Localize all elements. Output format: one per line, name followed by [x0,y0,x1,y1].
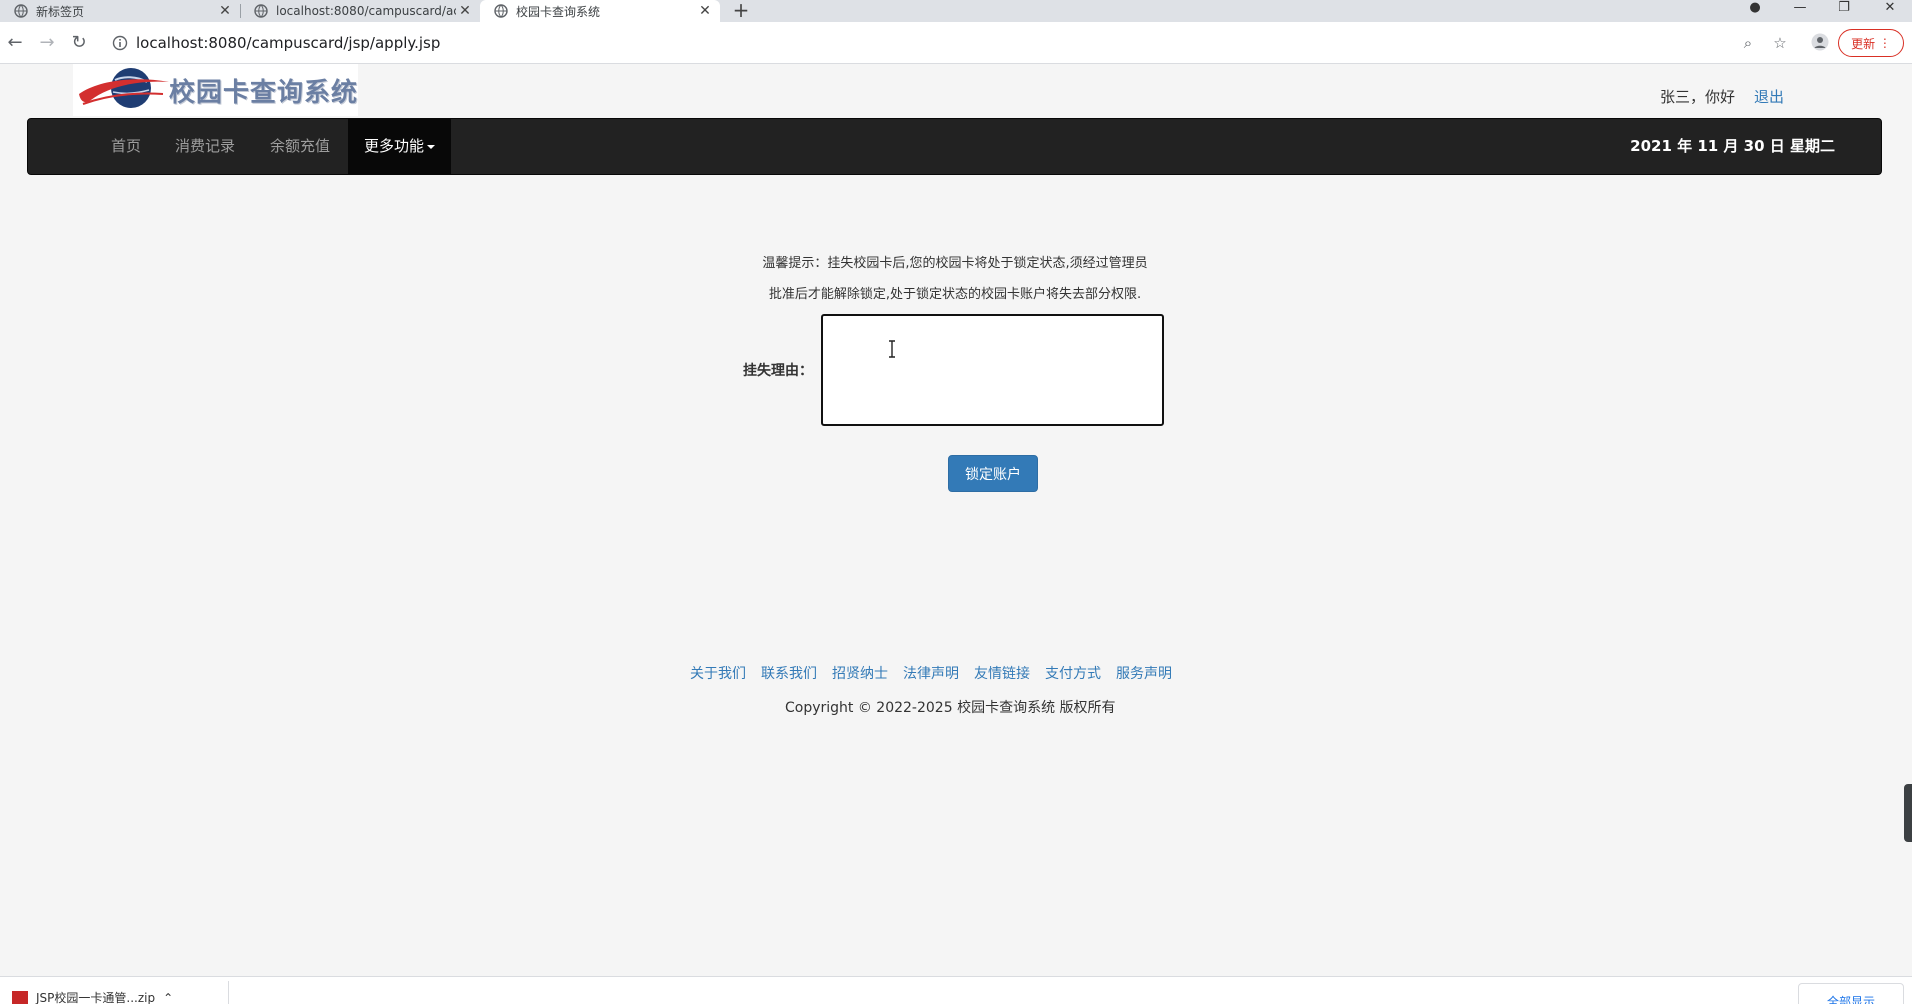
globe-icon [14,4,28,18]
logo-text: 校园卡查询系统 [169,77,359,108]
tab-title: localhost:8080/campuscard/ac [276,4,456,18]
close-tab-icon[interactable]: ✕ [216,3,234,19]
browser-toolbar: ← → ↻ localhost:8080/campuscard/jsp/appl… [0,22,1912,64]
bookmark-star-icon[interactable]: ☆ [1770,33,1790,53]
main-navbar: 首页 消费记录 余额充值 更多功能 2021 年 11 月 30 日 星期二 [27,118,1882,175]
notice-line-2: 批准后才能解除锁定,处于锁定状态的校园卡账户将失去部分权限. [768,287,1142,302]
browser-tab-localhost[interactable]: localhost:8080/campuscard/ac ✕ [240,0,480,22]
chevron-up-icon[interactable]: ⌃ [163,991,173,1004]
update-label: 更新 [1851,36,1876,51]
browser-tab-active[interactable]: 校园卡查询系统 ✕ [480,0,720,22]
globe-swoosh-icon [79,68,169,108]
side-panel-handle[interactable] [1904,784,1912,842]
minimize-button[interactable]: — [1780,0,1820,18]
download-filename: JSP校园一卡通管...zip [36,991,156,1004]
page-body: 校园卡查询系统 张三，你好 退出 首页 消费记录 余额充值 更多功能 2021 … [0,64,1912,976]
url-text: localhost:8080/campuscard/jsp/apply.jsp [136,34,441,52]
text-cursor-icon [889,340,895,358]
footer-link-contact[interactable]: 联系我们 [761,663,817,683]
tab-title: 校园卡查询系统 [516,4,601,19]
notice-line-1: 温馨提示：挂失校园卡后,您的校园卡将处于锁定状态,须经过管理员 [762,256,1148,271]
address-bar[interactable]: localhost:8080/campuscard/jsp/apply.jsp [104,28,1744,58]
profile-icon[interactable] [1810,33,1830,53]
site-logo[interactable]: 校园卡查询系统 [73,64,358,116]
globe-icon [494,4,508,18]
footer-link-legal[interactable]: 法律声明 [903,663,959,683]
footer-links: 关于我们 联系我们 招贤纳士 法律声明 友情链接 支付方式 服务声明 [690,663,1172,683]
nav-more-dropdown[interactable]: 更多功能 [348,119,452,174]
reason-label: 挂失理由： [743,363,813,379]
archive-file-icon [12,990,28,1004]
current-date: 2021 年 11 月 30 日 星期二 [1630,137,1835,155]
reload-icon[interactable]: ↻ [68,32,90,54]
globe-icon [254,4,268,18]
update-button[interactable]: 更新 ⋮ [1838,29,1904,57]
download-item[interactable]: JSP校园一卡通管...zip ⌃ [12,989,173,1004]
new-tab-button[interactable]: + [730,0,752,22]
footer-link-friends[interactable]: 友情链接 [974,663,1030,683]
footer-link-about[interactable]: 关于我们 [690,663,746,683]
footer-link-service[interactable]: 服务声明 [1116,663,1172,683]
restore-button[interactable]: ❐ [1824,0,1864,18]
divider [228,981,229,1004]
tab-title: 新标签页 [36,4,85,19]
footer-link-careers[interactable]: 招贤纳士 [832,663,888,683]
nav-balance-recharge[interactable]: 余额充值 [270,119,330,174]
back-icon[interactable]: ← [4,32,26,54]
user-greeting: 张三，你好 [1660,88,1736,106]
lock-account-button[interactable]: 锁定账户 [948,455,1038,492]
loss-reason-textarea[interactable] [821,314,1164,426]
footer-link-payment[interactable]: 支付方式 [1045,663,1101,683]
browser-tab-newtab[interactable]: 新标签页 ✕ [0,0,240,22]
nav-home[interactable]: 首页 [111,119,141,174]
close-tab-icon[interactable]: ✕ [456,3,474,19]
nav-consumption-records[interactable]: 消费记录 [175,119,235,174]
copyright-text: Copyright © 2022-2025 校园卡查询系统 版权所有 [785,700,1116,716]
browser-tab-bar: 新标签页 ✕ localhost:8080/campuscard/ac ✕ 校园… [0,0,1912,22]
caret-down-icon [427,144,436,149]
zoom-icon[interactable]: ⌕ [1738,33,1758,53]
show-all-downloads-button[interactable]: 全部显示 [1798,983,1904,1004]
tab-search-icon[interactable]: ● [1735,0,1775,18]
close-tab-icon[interactable]: ✕ [696,3,714,19]
nav-more-label: 更多功能 [364,137,425,155]
logout-link[interactable]: 退出 [1754,86,1784,107]
forward-icon[interactable]: → [36,32,58,54]
download-bar: JSP校园一卡通管...zip ⌃ 全部显示 [0,976,1912,1004]
close-window-button[interactable]: ✕ [1870,0,1910,18]
info-icon[interactable] [112,35,128,51]
